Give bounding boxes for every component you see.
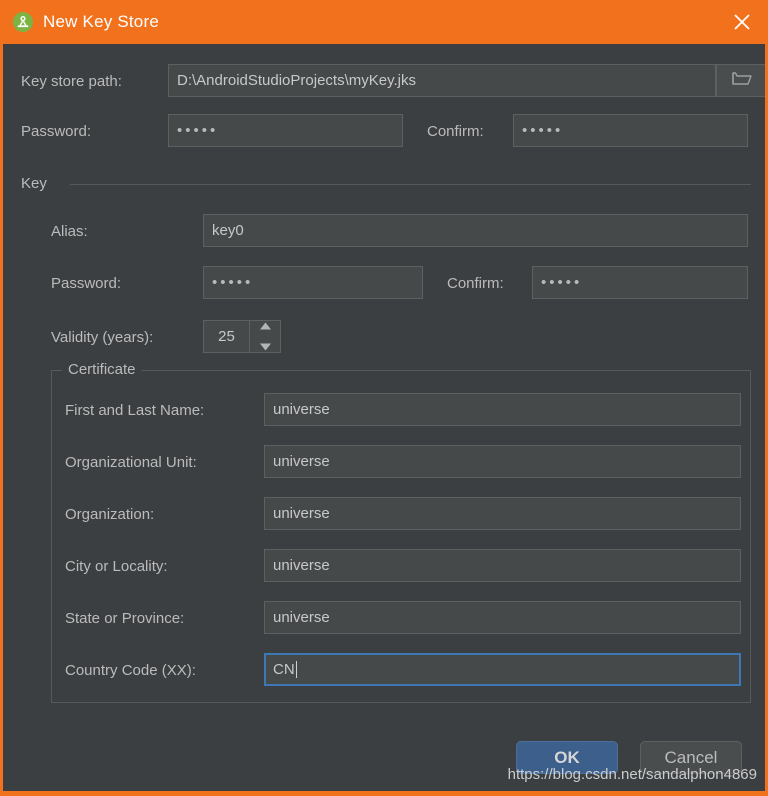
keystore-password-input[interactable]: ••••• — [168, 114, 403, 147]
validity-label: Validity (years): — [51, 329, 154, 346]
keystore-path-label: Key store path: — [21, 73, 122, 90]
city-locality-input[interactable]: universe — [264, 549, 741, 582]
keystore-path-input[interactable]: D:\AndroidStudioProjects\myKey.jks — [168, 64, 716, 97]
keystore-confirm-value: ••••• — [522, 122, 564, 139]
key-alias-input[interactable]: key0 — [203, 214, 748, 247]
key-password-input[interactable]: ••••• — [203, 266, 423, 299]
validity-stepper[interactable]: 25 — [203, 320, 281, 353]
state-province-label: State or Province: — [65, 610, 185, 627]
organizational-unit-label: Organizational Unit: — [65, 454, 197, 471]
new-key-store-dialog: New Key Store Key store path: D:\Android… — [0, 0, 768, 796]
ok-button[interactable]: OK — [516, 741, 618, 774]
key-confirm-input[interactable]: ••••• — [532, 266, 748, 299]
first-last-name-label: First and Last Name: — [65, 402, 205, 419]
validity-stepper-buttons — [249, 321, 280, 352]
certificate-group-title: Certificate — [62, 361, 142, 378]
certificate-group: Certificate First and Last Name: univers… — [51, 361, 751, 703]
key-group-divider — [70, 184, 751, 185]
country-code-value: CN — [273, 661, 295, 678]
organization-label: Organization: — [65, 506, 155, 523]
organization-input[interactable]: universe — [264, 497, 741, 530]
city-locality-label: City or Locality: — [65, 558, 168, 575]
validity-value[interactable]: 25 — [204, 321, 249, 352]
text-caret — [295, 661, 297, 678]
android-studio-icon — [12, 11, 34, 33]
key-confirm-label: Confirm: — [447, 275, 504, 292]
country-code-input[interactable]: CN — [264, 653, 741, 686]
key-password-value: ••••• — [212, 274, 254, 291]
keystore-password-label: Password: — [21, 123, 92, 140]
organizational-unit-input[interactable]: universe — [264, 445, 741, 478]
state-province-input[interactable]: universe — [264, 601, 741, 634]
key-group-header: Key — [21, 175, 751, 192]
cancel-button[interactable]: Cancel — [640, 741, 742, 774]
key-password-label: Password: — [51, 275, 122, 292]
country-code-label: Country Code (XX): — [65, 662, 196, 679]
first-last-name-input[interactable]: universe — [264, 393, 741, 426]
close-icon[interactable] — [724, 5, 760, 39]
browse-folder-button[interactable] — [716, 64, 765, 97]
key-group-title: Key — [21, 175, 54, 192]
window-title: New Key Store — [43, 12, 159, 31]
keystore-confirm-input[interactable]: ••••• — [513, 114, 748, 147]
chevron-down-icon[interactable] — [259, 338, 272, 356]
folder-open-icon — [732, 70, 752, 91]
keystore-password-value: ••••• — [177, 122, 219, 139]
chevron-up-icon[interactable] — [259, 317, 272, 335]
keystore-confirm-label: Confirm: — [427, 123, 484, 140]
key-alias-label: Alias: — [51, 223, 88, 240]
title-bar: New Key Store — [3, 0, 765, 44]
key-confirm-value: ••••• — [541, 274, 583, 291]
